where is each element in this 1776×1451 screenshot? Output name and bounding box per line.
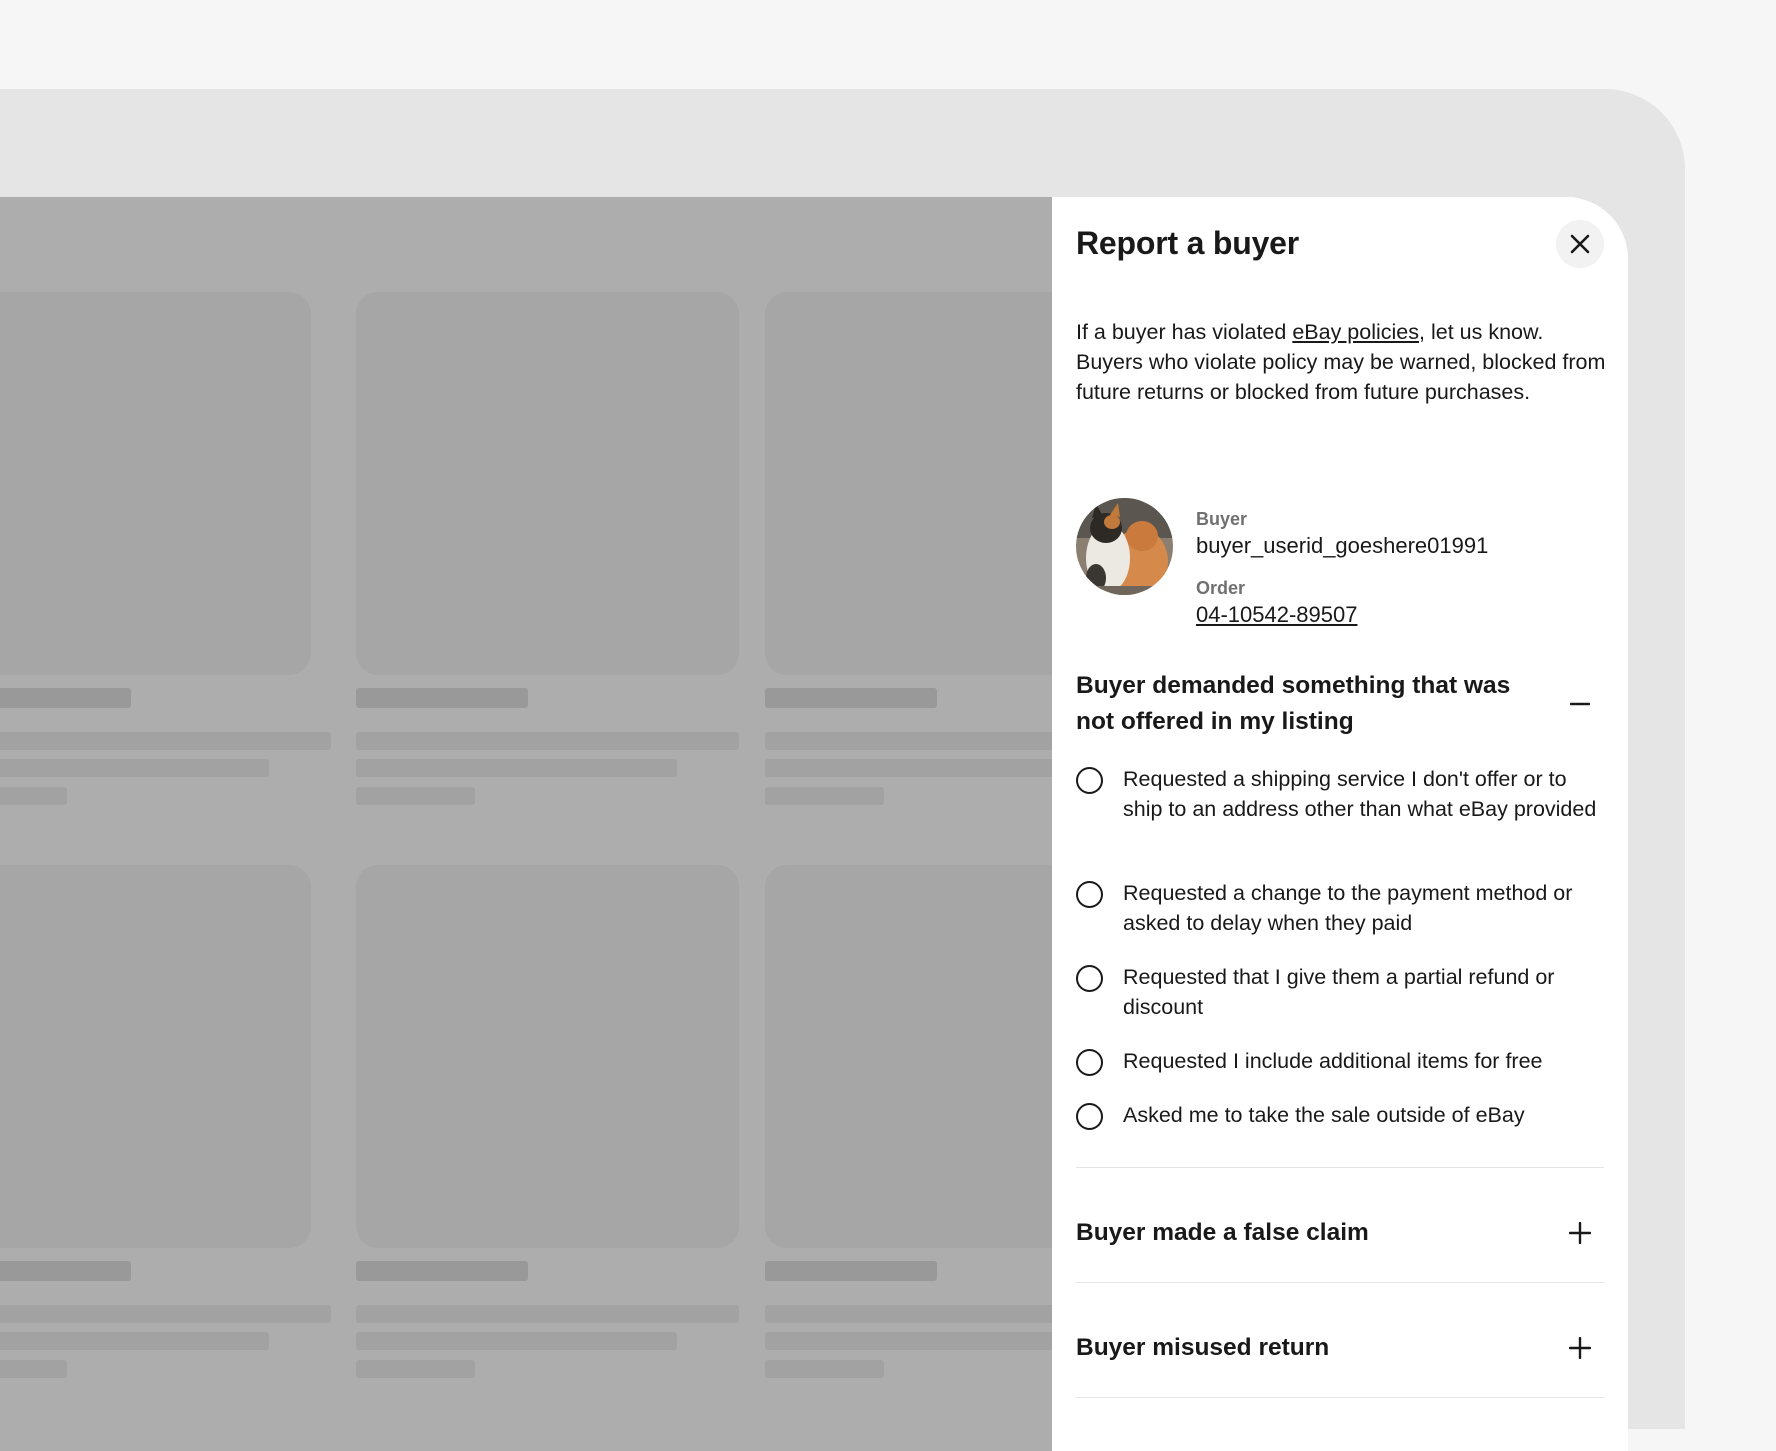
option-label: Requested I include additional items for… [1123,1049,1543,1073]
placeholder-line [765,688,937,708]
radio-button[interactable] [1076,1103,1103,1130]
section-title: Buyer made a false claim [1076,1219,1369,1246]
section-divider [1076,1167,1604,1168]
option-additional-items[interactable]: Requested I include additional items for… [1076,1046,1616,1076]
section-header-demanded[interactable]: Buyer demanded something that was not of… [1076,668,1604,740]
report-buyer-panel: Report a buyer If a buyer has violated e… [1052,197,1628,1451]
close-button[interactable] [1556,220,1604,268]
placeholder-line [765,1332,1065,1350]
plus-icon [1556,1324,1604,1372]
intro-text: If a buyer has violated eBay policies, l… [1076,317,1606,407]
placeholder-line [356,759,677,777]
intro-text-start: If a buyer has violated [1076,320,1293,344]
minus-icon [1556,680,1604,728]
option-label: Asked me to take the sale outside of eBa… [1123,1103,1525,1127]
page-overlay[interactable] [0,197,1148,1451]
placeholder-line [0,1332,269,1350]
radio-button[interactable] [1076,881,1103,908]
option-payment-method[interactable]: Requested a change to the payment method… [1076,878,1616,938]
placeholder-line [356,688,528,708]
panel-title: Report a buyer [1076,225,1300,261]
radio-button[interactable] [1076,767,1103,794]
cat-photo [1076,498,1173,595]
placeholder-card-image [356,292,739,675]
placeholder-line [765,1261,937,1281]
option-label: Requested a change to the payment method… [1123,881,1573,935]
option-label: Requested a shipping service I don't off… [1123,767,1597,821]
option-label: Requested that I give them a partial ref… [1123,965,1555,1019]
close-icon [1570,234,1590,254]
placeholder-line [356,732,739,750]
placeholder-line [0,732,331,750]
placeholder-card-image [0,292,311,675]
placeholder-line [765,1305,1065,1323]
placeholder-line [356,1360,475,1378]
placeholder-line [0,688,131,708]
order-label: Order [1196,578,1246,598]
option-shipping-service[interactable]: Requested a shipping service I don't off… [1076,764,1616,824]
section-title: Buyer misused return [1076,1334,1330,1361]
section-header-false-claim[interactable]: Buyer made a false claim [1076,1209,1604,1257]
option-partial-refund[interactable]: Requested that I give them a partial ref… [1076,962,1616,1022]
placeholder-line [765,1360,884,1378]
buyer-label: Buyer [1196,509,1248,529]
device-screen: Report a buyer If a buyer has violated e… [0,197,1628,1451]
radio-button[interactable] [1076,965,1103,992]
radio-button[interactable] [1076,1049,1103,1076]
section-header-misused-return[interactable]: Buyer misused return [1076,1324,1604,1372]
placeholder-line [0,1360,67,1378]
order-number-link[interactable]: 04-10542-89507 [1196,602,1357,628]
ebay-policies-link[interactable]: eBay policies [1292,320,1419,344]
buyer-avatar [1076,498,1173,595]
placeholder-line [765,732,1065,750]
placeholder-line [356,1305,739,1323]
placeholder-line [0,759,269,777]
section-divider [1076,1397,1604,1398]
placeholder-card-image [356,865,739,1248]
placeholder-line [0,1305,331,1323]
placeholder-line [765,787,884,805]
placeholder-line [356,1261,528,1281]
placeholder-line [356,787,475,805]
placeholder-line [356,1332,677,1350]
placeholder-card-image [0,865,311,1248]
device-frame: Report a buyer If a buyer has violated e… [0,89,1685,1451]
option-outside-ebay[interactable]: Asked me to take the sale outside of eBa… [1076,1100,1616,1130]
section-divider [1076,1282,1604,1283]
section-title: Buyer demanded something that was not of… [1076,672,1511,735]
placeholder-line [0,1261,131,1281]
placeholder-line [765,759,1065,777]
plus-icon [1556,1209,1604,1257]
buyer-userid: buyer_userid_goeshere01991 [1196,533,1489,558]
placeholder-line [0,787,67,805]
